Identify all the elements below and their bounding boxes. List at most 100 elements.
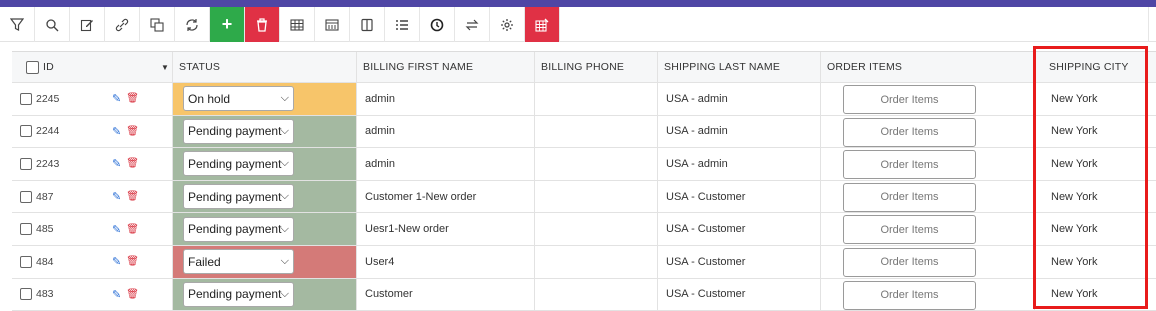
billing-phone-cell[interactable] bbox=[535, 180, 658, 213]
status-select[interactable]: Pending payment ⌵ bbox=[183, 281, 294, 307]
shipping-city-cell[interactable]: New York bbox=[1035, 213, 1156, 245]
billing-phone-cell[interactable] bbox=[535, 245, 658, 278]
billing-first-name-cell[interactable]: admin bbox=[357, 115, 535, 148]
row-checkbox[interactable] bbox=[20, 157, 32, 170]
table-row: 484 ✎ 🗑 Failed ⌵ User4 USA - Customer Or… bbox=[12, 245, 1156, 279]
trash-icon[interactable]: 🗑 bbox=[126, 191, 139, 202]
shipping-city-cell[interactable]: New York bbox=[1035, 181, 1156, 213]
delete-icon[interactable] bbox=[245, 7, 280, 42]
search-icon[interactable] bbox=[35, 7, 70, 42]
row-actions: ✎ 🗑 bbox=[112, 148, 139, 180]
add-icon[interactable]: + bbox=[210, 7, 245, 42]
history-icon[interactable] bbox=[420, 7, 455, 42]
billing-phone-cell[interactable] bbox=[535, 115, 658, 148]
shipping-city-cell[interactable]: New York bbox=[1035, 83, 1156, 115]
trash-icon[interactable]: 🗑 bbox=[126, 224, 139, 235]
trash-icon[interactable]: 🗑 bbox=[126, 289, 139, 300]
order-id: 2243 bbox=[36, 157, 60, 170]
status-cell: Pending payment ⌵ bbox=[172, 278, 357, 311]
billing-phone-cell[interactable] bbox=[535, 278, 658, 311]
shipping-city-cell[interactable]: New York bbox=[1035, 246, 1156, 278]
billing-first-name-cell[interactable]: Customer bbox=[357, 278, 535, 311]
pencil-icon[interactable]: ✎ bbox=[112, 288, 121, 301]
edit-icon[interactable] bbox=[70, 7, 105, 42]
sort-arrow-icon[interactable]: ▼ bbox=[161, 63, 169, 72]
pencil-icon[interactable]: ✎ bbox=[112, 223, 121, 236]
status-select[interactable]: Pending payment ⌵ bbox=[183, 184, 294, 210]
order-items-cell: Order Items bbox=[821, 278, 1035, 311]
shipping-city-cell[interactable]: New York bbox=[1035, 279, 1156, 311]
pencil-icon[interactable]: ✎ bbox=[112, 255, 121, 268]
row-checkbox[interactable] bbox=[20, 92, 32, 105]
order-items-button[interactable]: Order Items bbox=[843, 150, 976, 180]
billing-phone-header[interactable]: BILLING PHONE bbox=[535, 52, 658, 82]
billing-phone-cell[interactable] bbox=[535, 148, 658, 180]
trash-icon[interactable]: 🗑 bbox=[126, 93, 139, 104]
status-header[interactable]: STATUS bbox=[172, 52, 357, 82]
shipping-last-name-cell[interactable]: USA - Customer bbox=[658, 213, 821, 245]
status-select[interactable]: Pending payment ⌵ bbox=[183, 151, 294, 177]
status-select[interactable]: Pending payment ⌵ bbox=[183, 118, 294, 144]
chevron-down-icon: ⌵ bbox=[280, 124, 289, 137]
duplicate-icon[interactable] bbox=[140, 7, 175, 42]
pencil-icon[interactable]: ✎ bbox=[112, 92, 121, 105]
row-checkbox[interactable] bbox=[20, 190, 32, 203]
billing-first-name-cell[interactable]: admin bbox=[357, 148, 535, 180]
list-icon[interactable] bbox=[385, 7, 420, 42]
shipping-city-cell[interactable]: New York bbox=[1035, 148, 1156, 180]
trash-icon[interactable]: 🗑 bbox=[126, 158, 139, 169]
toolbar-overflow[interactable] bbox=[1148, 7, 1156, 42]
select-all-checkbox[interactable] bbox=[26, 60, 39, 74]
billing-first-name-cell[interactable]: Uesr1-New order bbox=[357, 213, 535, 245]
id-header[interactable]: ID ▼ bbox=[12, 52, 172, 82]
shipping-city-cell[interactable]: New York bbox=[1035, 116, 1156, 148]
trash-icon[interactable]: 🗑 bbox=[126, 256, 139, 267]
refresh-icon[interactable] bbox=[175, 7, 210, 42]
shipping-last-name-cell[interactable]: USA - Customer bbox=[658, 278, 821, 311]
order-items-button[interactable]: Order Items bbox=[843, 215, 976, 245]
status-value: Pending payment bbox=[188, 189, 282, 204]
order-id: 487 bbox=[36, 190, 54, 203]
shipping-last-name-cell[interactable]: USA - admin bbox=[658, 83, 821, 115]
bulk-edit-icon[interactable] bbox=[525, 7, 560, 42]
billing-first-name-cell[interactable]: admin bbox=[357, 83, 535, 115]
pencil-icon[interactable]: ✎ bbox=[112, 157, 121, 170]
billing-first-name-cell[interactable]: Customer 1-New order bbox=[357, 180, 535, 213]
status-cell: Pending payment ⌵ bbox=[172, 115, 357, 148]
order-items-button[interactable]: Order Items bbox=[843, 280, 976, 310]
order-items-header[interactable]: ORDER ITEMS bbox=[821, 52, 1035, 82]
row-actions: ✎ 🗑 bbox=[112, 279, 139, 311]
table-icon[interactable] bbox=[280, 7, 315, 42]
pencil-icon[interactable]: ✎ bbox=[112, 190, 121, 203]
shipping-last-name-cell[interactable]: USA - admin bbox=[658, 115, 821, 148]
status-select[interactable]: Pending payment ⌵ bbox=[183, 216, 294, 242]
billing-phone-cell[interactable] bbox=[535, 83, 658, 115]
panel-icon[interactable] bbox=[350, 7, 385, 42]
swap-icon[interactable] bbox=[455, 7, 490, 42]
columns-icon[interactable] bbox=[315, 7, 350, 42]
table-row: 2244 ✎ 🗑 Pending payment ⌵ admin USA - a… bbox=[12, 115, 1156, 149]
billing-first-name-header[interactable]: BILLING FIRST NAME bbox=[357, 52, 535, 82]
row-checkbox[interactable] bbox=[20, 125, 32, 138]
shipping-last-name-cell[interactable]: USA - admin bbox=[658, 148, 821, 180]
row-checkbox[interactable] bbox=[20, 223, 32, 236]
shipping-last-name-header[interactable]: SHIPPING LAST NAME bbox=[658, 52, 821, 82]
shipping-last-name-cell[interactable]: USA - Customer bbox=[658, 180, 821, 213]
order-items-button[interactable]: Order Items bbox=[843, 182, 976, 212]
billing-first-name-cell[interactable]: User4 bbox=[357, 245, 535, 278]
pencil-icon[interactable]: ✎ bbox=[112, 125, 121, 138]
filter-icon[interactable] bbox=[0, 7, 35, 42]
settings-icon[interactable] bbox=[490, 7, 525, 42]
shipping-last-name-cell[interactable]: USA - Customer bbox=[658, 245, 821, 278]
status-select[interactable]: Failed ⌵ bbox=[183, 249, 294, 275]
row-checkbox[interactable] bbox=[20, 255, 32, 268]
order-items-button[interactable]: Order Items bbox=[843, 117, 976, 147]
shipping-city-header[interactable]: SHIPPING CITY bbox=[1035, 52, 1156, 82]
billing-phone-cell[interactable] bbox=[535, 213, 658, 245]
row-checkbox[interactable] bbox=[20, 288, 32, 301]
status-select[interactable]: On hold ⌵ bbox=[183, 86, 294, 112]
order-items-button[interactable]: Order Items bbox=[843, 85, 976, 114]
link-icon[interactable] bbox=[105, 7, 140, 42]
trash-icon[interactable]: 🗑 bbox=[126, 126, 139, 137]
order-items-button[interactable]: Order Items bbox=[843, 247, 976, 277]
